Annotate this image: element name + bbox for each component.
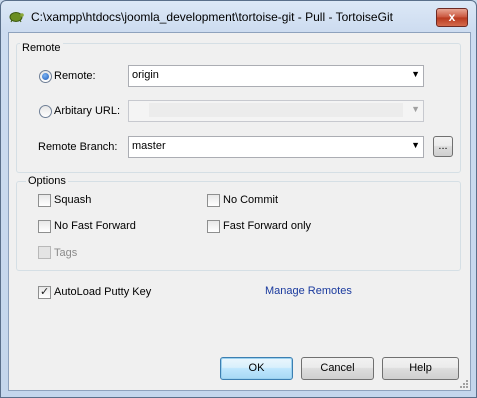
arbitrary-url-field <box>149 103 403 117</box>
remote-group-label: Remote <box>20 42 63 54</box>
fast-forward-only-label[interactable]: Fast Forward only <box>223 220 311 232</box>
no-commit-label[interactable]: No Commit <box>223 194 278 206</box>
tags-checkbox <box>38 246 51 259</box>
no-commit-checkbox[interactable] <box>207 194 220 207</box>
remote-branch-value: master <box>132 140 166 152</box>
remote-branch-combobox[interactable]: master ▼ <box>128 136 424 158</box>
autoload-putty-key-label[interactable]: AutoLoad Putty Key <box>54 286 151 298</box>
options-group-label: Options <box>26 175 68 187</box>
no-fast-forward-checkbox[interactable] <box>38 220 51 233</box>
tortoisegit-app-icon <box>9 12 24 23</box>
radio-selected-dot <box>42 73 49 80</box>
tags-label: Tags <box>54 247 78 259</box>
squash-checkbox[interactable] <box>38 194 51 207</box>
no-fast-forward-label[interactable]: No Fast Forward <box>54 220 136 232</box>
resize-grip-icon[interactable] <box>458 378 468 388</box>
cancel-button[interactable]: Cancel <box>301 357 374 380</box>
checkmark-icon: ✓ <box>40 286 50 298</box>
autoload-putty-key-checkbox[interactable]: ✓ <box>38 286 51 299</box>
window-title: C:\xampp\htdocs\joomla_development\torto… <box>31 10 393 24</box>
help-button[interactable]: Help <box>382 357 459 380</box>
squash-label[interactable]: Squash <box>54 194 91 206</box>
dropdown-arrow-icon[interactable]: ▼ <box>411 140 420 150</box>
remote-branch-label: Remote Branch: <box>38 141 118 153</box>
dropdown-arrow-icon: ▼ <box>411 104 420 114</box>
dialog-client-area: Remote Remote: origin ▼ Arbitary URL: ▼ … <box>8 32 471 391</box>
close-icon: x <box>448 10 456 24</box>
manage-remotes-link[interactable]: Manage Remotes <box>265 285 352 297</box>
fast-forward-only-checkbox[interactable] <box>207 220 220 233</box>
arbitrary-url-radio[interactable] <box>39 105 52 118</box>
browse-remote-branch-button[interactable]: ... <box>433 136 453 157</box>
remote-combobox-value: origin <box>132 69 159 81</box>
title-bar[interactable]: C:\xampp\htdocs\joomla_development\torto… <box>1 1 476 31</box>
remote-radio[interactable] <box>39 70 52 83</box>
arbitrary-url-label[interactable]: Arbitary URL: <box>54 105 120 117</box>
remote-combobox[interactable]: origin ▼ <box>128 65 424 87</box>
ok-button[interactable]: OK <box>220 357 293 380</box>
arbitrary-url-combobox: ▼ <box>128 100 424 122</box>
dropdown-arrow-icon[interactable]: ▼ <box>411 69 420 79</box>
close-button[interactable]: x <box>436 8 468 27</box>
remote-radio-label[interactable]: Remote: <box>54 70 96 82</box>
pull-dialog-window: C:\xampp\htdocs\joomla_development\torto… <box>0 0 477 398</box>
